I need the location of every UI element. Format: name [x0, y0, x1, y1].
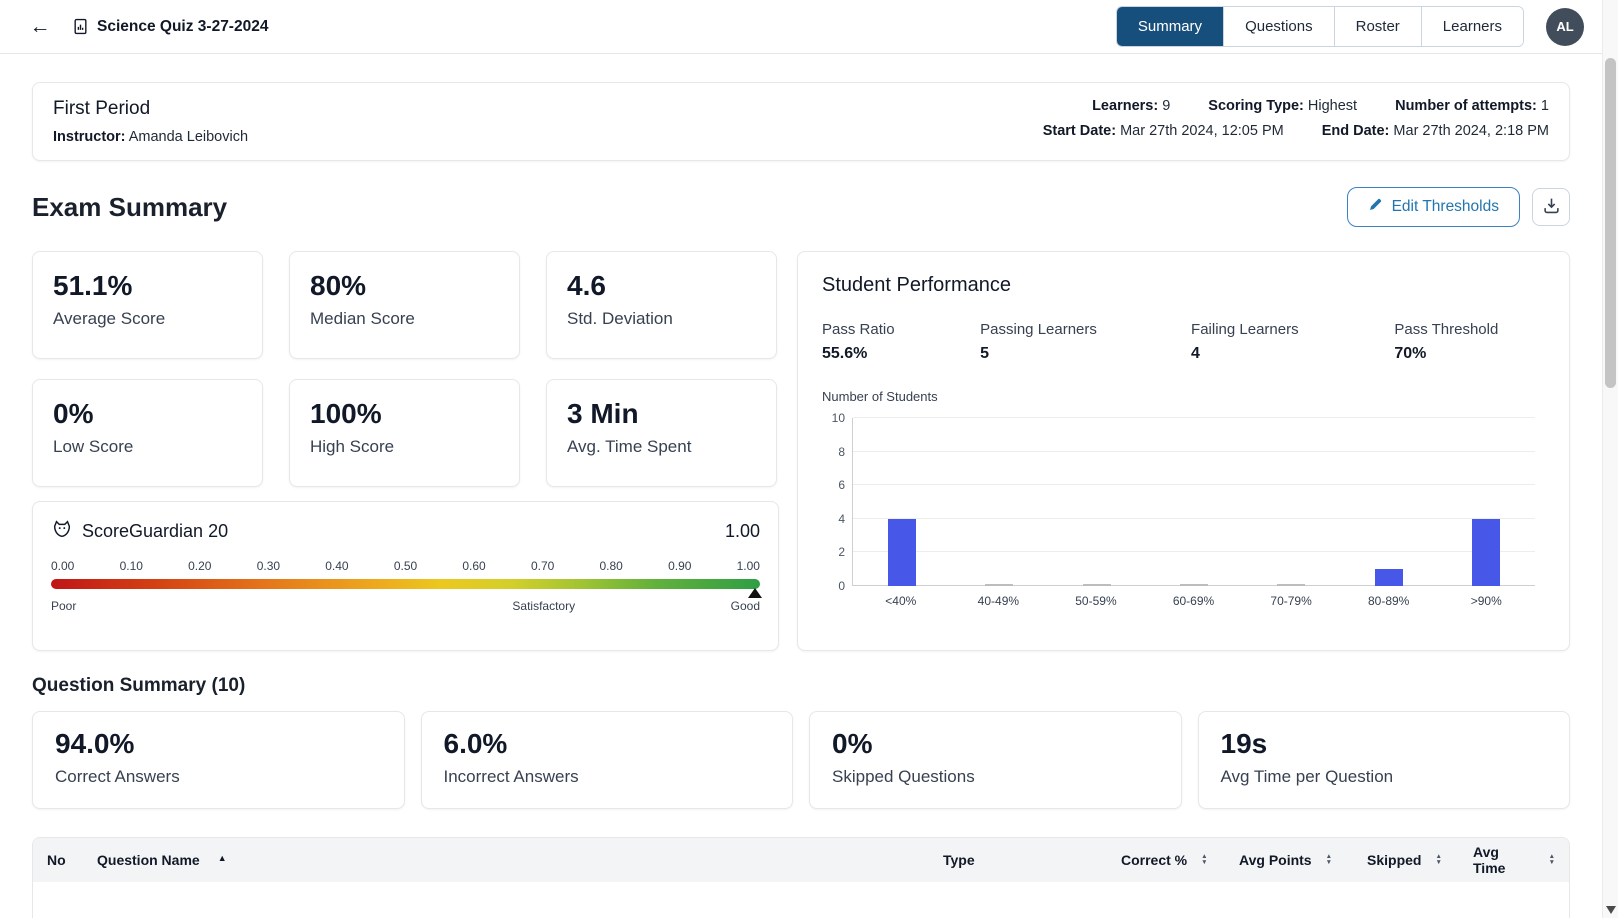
meta-attempts: Number of attempts: 1	[1395, 98, 1549, 114]
y-axis-tick: 0	[821, 579, 845, 593]
stat-correct-answers: 94.0% Correct Answers	[32, 711, 405, 809]
top-bar: ← Science Quiz 3-27-2024 Summary Questio…	[0, 0, 1602, 54]
y-axis-tick: 4	[821, 512, 845, 526]
student-performance-card: Student Performance Pass Ratio 55.6% Pas…	[797, 251, 1570, 651]
scoreguardian-icon	[51, 518, 73, 545]
metric-pass-threshold: Pass Threshold 70%	[1394, 321, 1545, 363]
x-axis-label: 50-59%	[1047, 594, 1145, 608]
y-axis-tick: 8	[821, 445, 845, 459]
stat-median-score: 80% Median Score	[289, 251, 520, 359]
class-name: First Period	[53, 98, 248, 120]
student-performance-title: Student Performance	[822, 274, 1545, 297]
question-stats-grid: 94.0% Correct Answers 6.0% Incorrect Ans…	[32, 711, 1570, 809]
pencil-icon	[1368, 197, 1383, 217]
stat-incorrect-answers: 6.0% Incorrect Answers	[421, 711, 794, 809]
y-axis-tick: 2	[821, 545, 845, 559]
scale-label-satisfactory: Satisfactory	[512, 599, 575, 613]
bar	[985, 584, 1013, 586]
question-table: No Question Name▲ Type Correct %▲▼	[32, 837, 1570, 918]
scrollbar-thumb[interactable]	[1605, 58, 1616, 388]
performance-metrics: Pass Ratio 55.6% Passing Learners 5 Fail…	[822, 321, 1545, 363]
x-axis-label: <40%	[852, 594, 950, 608]
sort-icon: ▲▼	[1326, 854, 1332, 866]
download-report-button[interactable]	[1532, 188, 1570, 226]
meta-learners: Learners: 9	[1092, 98, 1170, 114]
class-info-card: First Period Instructor: Amanda Leibovic…	[32, 82, 1570, 161]
bar	[888, 519, 916, 586]
question-summary-heading: Question Summary (10)	[32, 675, 1570, 697]
score-gradient-bar	[51, 579, 760, 589]
x-axis-labels: <40%40-49%50-59%60-69%70-79%80-89%>90%	[852, 594, 1535, 608]
x-axis-label: 70-79%	[1242, 594, 1340, 608]
quiz-title-wrap: Science Quiz 3-27-2024	[72, 18, 268, 36]
app: ← Science Quiz 3-27-2024 Summary Questio…	[0, 0, 1618, 918]
stat-skipped-questions: 0% Skipped Questions	[809, 711, 1182, 809]
scoreguardian-card: ScoreGuardian 20 1.00 0.000.10 0.200.30 …	[32, 501, 779, 651]
stat-average-score: 51.1% Average Score	[32, 251, 263, 359]
stat-avg-time-per-question: 19s Avg Time per Question	[1198, 711, 1571, 809]
meta-end-date: End Date: Mar 27th 2024, 2:18 PM	[1322, 123, 1549, 139]
instructor-name: Amanda Leibovich	[129, 129, 248, 145]
scoreguardian-title: ScoreGuardian 20	[82, 521, 228, 542]
col-question-name[interactable]: Question Name▲	[83, 838, 929, 882]
scroll-down-arrow-icon[interactable]	[1606, 906, 1616, 914]
meta-start-date: Start Date: Mar 27th 2024, 12:05 PM	[1043, 123, 1284, 139]
tab-summary[interactable]: Summary	[1117, 7, 1223, 46]
x-axis-label: 80-89%	[1340, 594, 1438, 608]
y-axis-tick: 10	[821, 411, 845, 425]
stat-high-score: 100% High Score	[289, 379, 520, 487]
tab-roster[interactable]: Roster	[1334, 7, 1421, 46]
bar	[1180, 584, 1208, 586]
bar	[1277, 584, 1305, 586]
col-avg-points[interactable]: Avg Points▲▼	[1225, 838, 1353, 882]
stat-low-score: 0% Low Score	[32, 379, 263, 487]
col-correct-percent[interactable]: Correct %▲▼	[1107, 838, 1225, 882]
col-type: Type	[929, 838, 1107, 882]
scoreguardian-ticks: 0.000.10 0.200.30 0.400.50 0.600.70 0.80…	[51, 559, 760, 573]
edit-thresholds-button[interactable]: Edit Thresholds	[1347, 187, 1520, 227]
col-avg-time[interactable]: Avg Time▲▼	[1459, 838, 1569, 882]
exam-stats-grid: 51.1% Average Score 80% Median Score 4.6…	[32, 251, 779, 487]
bar	[1472, 519, 1500, 586]
performance-bar-chart: 0246810	[852, 418, 1535, 586]
y-axis-tick: 6	[821, 478, 845, 492]
scale-label-poor: Poor	[51, 599, 76, 613]
download-icon	[1543, 197, 1560, 217]
avatar[interactable]: AL	[1546, 8, 1584, 46]
metric-passing-learners: Passing Learners 5	[980, 321, 1191, 363]
col-skipped[interactable]: Skipped▲▼	[1353, 838, 1459, 882]
col-no: No	[33, 838, 83, 882]
bar	[1375, 569, 1403, 586]
y-axis-title: Number of Students	[822, 389, 1545, 404]
sort-icon: ▲▼	[1549, 854, 1555, 866]
sort-asc-icon: ▲	[218, 853, 227, 863]
stat-std-deviation: 4.6 Std. Deviation	[546, 251, 777, 359]
score-marker-icon	[748, 588, 762, 598]
tab-questions[interactable]: Questions	[1223, 7, 1334, 46]
sort-icon: ▲▼	[1435, 854, 1441, 866]
table-row	[33, 882, 1569, 918]
page-scrollbar	[1602, 0, 1618, 918]
scale-label-good: Good	[731, 599, 760, 613]
quiz-document-icon	[72, 18, 89, 35]
stat-avg-time-spent: 3 Min Avg. Time Spent	[546, 379, 777, 487]
sort-icon: ▲▼	[1201, 854, 1207, 866]
class-meta: Learners: 9 Scoring Type: Highest Number…	[1043, 98, 1549, 145]
scoreguardian-value: 1.00	[725, 521, 760, 542]
meta-scoring-type: Scoring Type: Highest	[1208, 98, 1357, 114]
instructor-line: Instructor: Amanda Leibovich	[53, 129, 248, 145]
back-button[interactable]: ←	[24, 11, 56, 43]
tab-learners[interactable]: Learners	[1421, 7, 1523, 46]
metric-pass-ratio: Pass Ratio 55.6%	[822, 321, 980, 363]
x-axis-label: >90%	[1437, 594, 1535, 608]
exam-summary-heading: Exam Summary	[32, 192, 227, 223]
page-title: Science Quiz 3-27-2024	[97, 18, 268, 36]
tab-bar: Summary Questions Roster Learners	[1116, 6, 1524, 47]
bar	[1083, 584, 1111, 586]
x-axis-label: 40-49%	[950, 594, 1048, 608]
x-axis-label: 60-69%	[1145, 594, 1243, 608]
metric-failing-learners: Failing Learners 4	[1191, 321, 1394, 363]
